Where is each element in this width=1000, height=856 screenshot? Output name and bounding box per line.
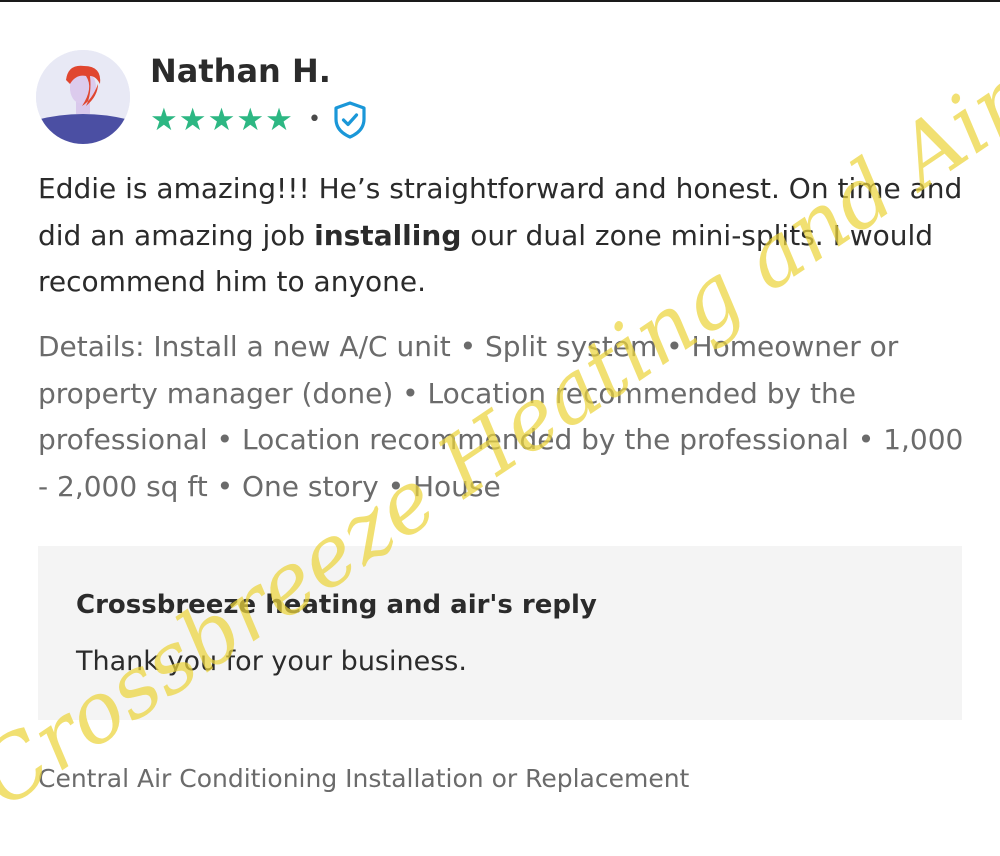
rating-row: ★★★★★ • xyxy=(150,100,367,140)
review-text: Eddie is amazing!!! He’s straightforward… xyxy=(38,166,968,306)
business-reply: Crossbreeze heating and air's reply Than… xyxy=(38,546,962,720)
top-divider xyxy=(0,0,1000,2)
review-text-bold: installing xyxy=(314,218,462,252)
person-avatar-icon xyxy=(36,50,130,144)
star-rating: ★★★★★ xyxy=(150,101,294,138)
review-details: Details: Install a new A/C unit • Split … xyxy=(38,330,964,503)
service-category[interactable]: Central Air Conditioning Installation or… xyxy=(38,764,689,793)
reply-body: Thank you for your business. xyxy=(76,646,467,677)
verified-shield-icon[interactable] xyxy=(333,101,367,139)
reviewer-name: Nathan H. xyxy=(150,52,331,90)
separator-dot: • xyxy=(307,107,321,132)
reply-title: Crossbreeze heating and air's reply xyxy=(76,590,597,620)
avatar[interactable] xyxy=(36,50,130,144)
